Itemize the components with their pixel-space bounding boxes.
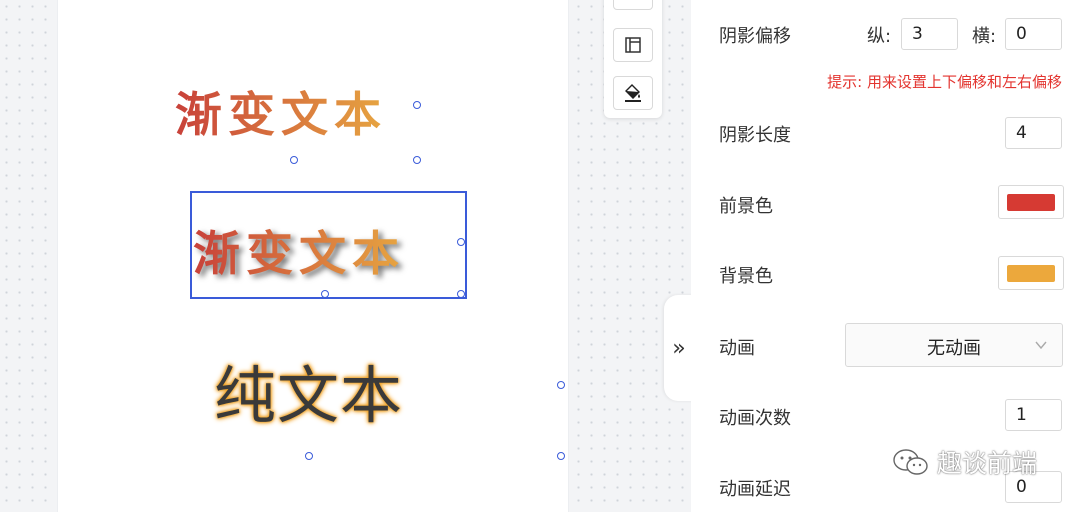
vertical-offset-input[interactable]: 3 — [901, 18, 958, 50]
plain-text-element[interactable]: 纯文本 — [214, 345, 403, 435]
layout-icon — [625, 37, 641, 53]
gradient-shadow-text-element[interactable]: 渐变文本 — [193, 215, 405, 284]
wechat-icon — [893, 449, 928, 475]
foreground-color-label: 前景色 — [719, 196, 773, 217]
background-color-label: 背景色 — [719, 266, 773, 287]
vertical-offset-label: 纵: — [867, 26, 892, 47]
horizontal-offset-label: 横: — [972, 26, 997, 47]
chevron-down-icon — [1035, 341, 1047, 350]
resize-handle[interactable] — [290, 156, 298, 164]
resize-handle[interactable] — [305, 452, 313, 460]
foreground-color-swatch — [1007, 194, 1055, 211]
background-color-picker[interactable] — [998, 256, 1064, 290]
shadow-offset-hint: 提示: 用来设置上下偏移和左右偏移 — [827, 73, 1062, 91]
resize-handle[interactable] — [557, 381, 565, 389]
animation-select-value: 无动画 — [927, 338, 981, 359]
gradient-text-element[interactable]: 渐变文本 — [175, 76, 387, 145]
resize-handle[interactable] — [457, 290, 465, 298]
shadow-offset-label: 阴影偏移 — [719, 26, 791, 47]
horizontal-offset-input[interactable]: 0 — [1005, 18, 1062, 50]
fill-tool-button[interactable] — [613, 76, 653, 110]
text-tool-button[interactable] — [613, 0, 653, 10]
watermark: 趣谈前端 — [891, 444, 1037, 480]
shadow-length-label: 阴影长度 — [719, 125, 791, 146]
resize-handle[interactable] — [457, 238, 465, 246]
background-color-swatch — [1007, 265, 1055, 282]
resize-handle[interactable] — [321, 290, 329, 298]
properties-panel: 阴影偏移 纵: 3 横: 0 提示: 用来设置上下偏移和左右偏移 阴影长度 4 … — [691, 0, 1080, 512]
shadow-length-input[interactable]: 4 — [1005, 117, 1062, 149]
resize-handle[interactable] — [557, 452, 565, 460]
animation-delay-label: 动画延迟 — [719, 479, 791, 500]
resize-handle[interactable] — [413, 101, 421, 109]
animation-count-input[interactable]: 1 — [1005, 399, 1062, 431]
resize-handle[interactable] — [413, 156, 421, 164]
double-chevron-right-icon: » — [672, 335, 686, 361]
collapse-panel-button[interactable]: » — [664, 295, 694, 401]
animation-label: 动画 — [719, 338, 755, 359]
text-icon — [623, 0, 643, 3]
animation-count-label: 动画次数 — [719, 408, 791, 429]
floating-toolbar — [604, 0, 662, 118]
foreground-color-picker[interactable] — [998, 185, 1064, 219]
animation-select[interactable]: 无动画 — [845, 323, 1063, 367]
fill-color-icon — [625, 84, 641, 102]
watermark-text: 趣谈前端 — [937, 449, 1038, 478]
layout-tool-button[interactable] — [613, 28, 653, 62]
